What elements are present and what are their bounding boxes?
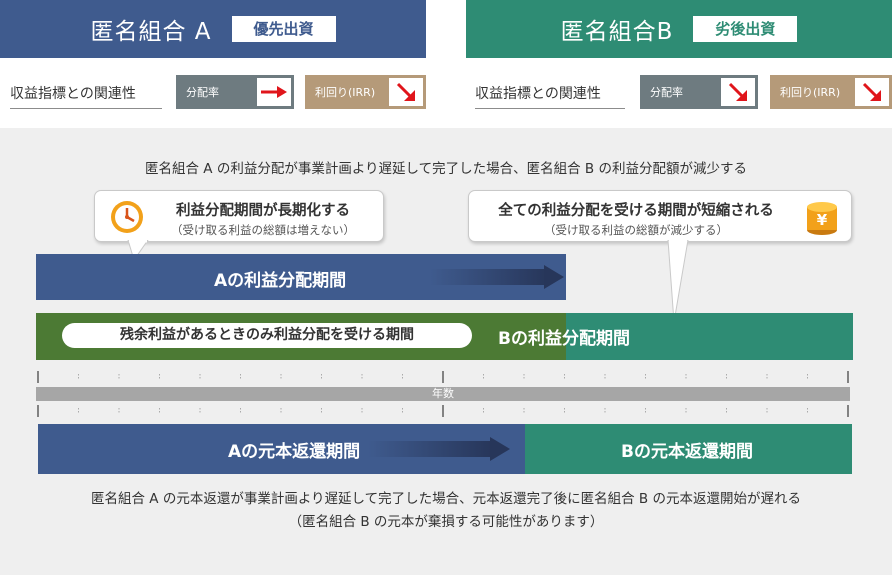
bottom-note-line-1: 匿名組合 A の元本返還が事業計画より遅延して完了した場合、元本返還完了後に匿名… [91, 491, 801, 507]
dist-label: 分配率 [650, 86, 683, 99]
callout-b: 全ての利益分配を受ける期間が短縮される （受け取る利益の総額が減少する） ¥ [468, 190, 852, 242]
irr-label: 利回り(IRR) [315, 86, 376, 99]
callout-a: 利益分配期間が長期化する （受け取る利益の総額は増えない） [94, 190, 384, 242]
callout-b-main: 全ての利益分配を受ける期間が短縮される [498, 203, 774, 219]
year-ticks-bottom [37, 405, 849, 417]
yen-coin-icon: ¥ [803, 197, 841, 241]
card-a-tag: 優先出資 [231, 16, 336, 42]
card-a-irr-indicator: 利回り(IRR) [305, 75, 426, 109]
arrow-down-right-icon [389, 78, 423, 106]
arrow-right-icon [257, 78, 291, 106]
card-b-relation-label: 収益指標との関連性 [475, 77, 625, 109]
card-b-tag: 劣後出資 [693, 16, 798, 42]
profit-period-a-bar: Aの利益分配期間 [36, 254, 566, 300]
callout-b-sub: （受け取る利益の総額が減少する） [544, 223, 728, 237]
profit-period-a-label: Aの利益分配期間 [214, 271, 347, 291]
clock-icon [109, 199, 145, 239]
card-a: 匿名組合 A 優先出資 [0, 0, 426, 58]
callout-b-text: 全ての利益分配を受ける期間が短縮される （受け取る利益の総額が減少する） [477, 199, 795, 238]
bottom-note-line-2: （匿名組合 B の元本が棄損する可能性があります） [288, 514, 604, 530]
arrow-right-icon [490, 437, 510, 461]
irr-label: 利回り(IRR) [780, 86, 841, 99]
card-b-title: 匿名組合B [560, 19, 674, 45]
residual-profit-pill: 残余利益があるときのみ利益分配を受ける期間 [62, 323, 472, 348]
callout-a-sub: （受け取る利益の総額は増えない） [171, 223, 355, 237]
profit-arrow-gradient [430, 269, 548, 285]
year-ticks-top [37, 371, 849, 383]
card-b: 匿名組合B 劣後出資 [466, 0, 892, 58]
card-a-dist-indicator: 分配率 [176, 75, 294, 109]
card-b-irr-indicator: 利回り(IRR) [770, 75, 892, 109]
top-heading: 匿名組合 A の利益分配が事業計画より遅延して完了した場合、匿名組合 B の利益… [145, 161, 747, 177]
dist-label: 分配率 [186, 86, 219, 99]
card-a-header: 匿名組合 A 優先出資 [0, 0, 426, 58]
bottom-note: 匿名組合 A の元本返還が事業計画より遅延して完了した場合、元本返還完了後に匿名… [0, 488, 892, 534]
card-a-title: 匿名組合 A [90, 19, 212, 45]
callout-a-main: 利益分配期間が長期化する [176, 203, 350, 219]
principal-arrow-gradient [368, 441, 492, 457]
principal-period-b-label: Bの元本返還期間 [621, 442, 753, 462]
principal-period-a-bar: Aの元本返還期間 [38, 424, 525, 474]
card-a-relation-label: 収益指標との関連性 [10, 77, 162, 109]
callout-b-tail [667, 240, 689, 323]
profit-period-b-label: Bの利益分配期間 [498, 329, 630, 349]
principal-period-a-label: Aの元本返還期間 [228, 442, 361, 462]
year-axis-bar: 年数 [36, 387, 850, 401]
card-b-header: 匿名組合B 劣後出資 [466, 0, 892, 58]
arrow-down-right-icon [855, 78, 889, 106]
yen-symbol: ¥ [817, 211, 828, 229]
arrow-right-icon [544, 265, 564, 289]
card-b-dist-indicator: 分配率 [640, 75, 758, 109]
callout-a-text: 利益分配期間が長期化する （受け取る利益の総額は増えない） [147, 199, 379, 238]
principal-period-b-bar: Bの元本返還期間 [525, 424, 852, 474]
arrow-down-right-icon [721, 78, 755, 106]
